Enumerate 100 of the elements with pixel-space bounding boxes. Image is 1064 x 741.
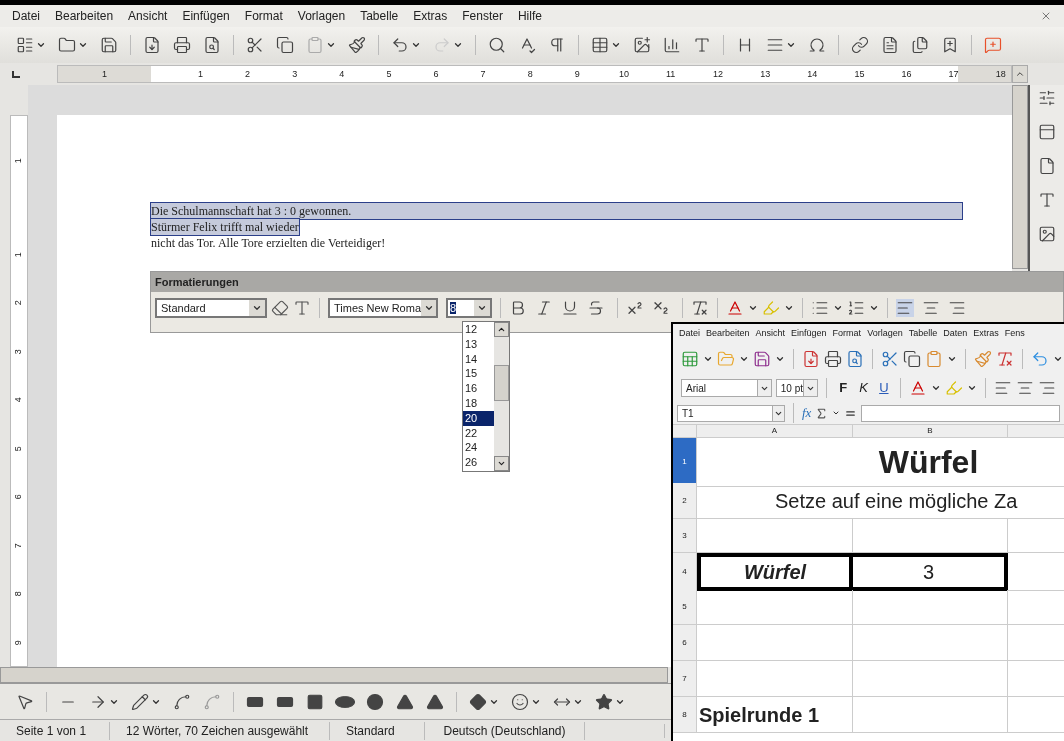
pilcrow-icon[interactable] [548,36,566,54]
copy-icon[interactable] [276,36,294,54]
name-box[interactable]: T1 [677,404,785,422]
search-icon[interactable] [488,36,506,54]
font-size-option[interactable]: 24 [463,440,494,456]
properties-icon[interactable] [1038,123,1056,141]
font-select[interactable]: Arial [681,379,772,397]
paragraph-style-select[interactable]: Standard [155,298,267,318]
styles-icon[interactable] [1038,191,1056,209]
row-header[interactable]: 5 [673,590,697,625]
link-icon[interactable] [851,36,869,54]
menu-item[interactable]: Ansicht [128,7,168,25]
font-size-option[interactable]: 14 [463,351,494,367]
scrollbar-thumb[interactable] [494,365,509,401]
style-icon[interactable] [293,299,311,317]
menu-item[interactable]: Einfügen [791,327,827,341]
footnote-icon[interactable] [881,36,899,54]
bookmark-icon[interactable] [941,36,959,54]
caret-icon[interactable] [775,354,785,364]
menu-item[interactable]: Format [244,7,283,25]
right-triangle-icon[interactable] [426,692,444,711]
menu-item[interactable]: Fens [1004,327,1025,341]
row-header[interactable]: 7 [673,661,697,697]
copy-icon[interactable] [903,350,921,368]
new-document-icon[interactable] [16,36,34,54]
endnote-icon[interactable] [911,36,929,54]
pointer-icon[interactable] [16,692,34,711]
format-toggle[interactable]: U [875,378,892,398]
comment-icon[interactable] [984,36,1002,54]
strikethrough-icon[interactable] [587,299,605,317]
font-size-select[interactable]: 10 pt [775,379,819,397]
font-color-icon[interactable] [909,379,927,397]
function-wizard-label[interactable]: fx [802,403,812,423]
diamond-icon[interactable] [469,692,487,711]
tab-stop-icon[interactable] [12,70,20,78]
caret-icon[interactable] [36,40,46,50]
gallery-icon[interactable] [1038,225,1056,243]
text-box-icon[interactable] [693,36,711,54]
triangle-icon[interactable] [396,692,414,711]
column-header[interactable]: B [853,425,1008,437]
row-header[interactable]: 3 [673,519,697,553]
chart-icon[interactable] [663,36,681,54]
clear-style-icon[interactable] [271,299,289,317]
menu-item[interactable]: Tabelle [908,327,938,341]
caret-icon[interactable] [1053,354,1063,364]
align-center-icon[interactable] [922,299,940,317]
caret-icon[interactable] [424,303,434,313]
font-size-option[interactable]: 15 [463,366,494,382]
caret-icon[interactable] [947,354,957,364]
save-icon[interactable] [100,36,118,54]
formula-input[interactable] [861,404,1060,422]
menu-item[interactable]: Einfügen [182,7,230,25]
caret-icon[interactable] [453,40,463,50]
caret-icon[interactable] [252,303,262,313]
menu-item[interactable]: Hilfe [517,7,542,25]
field-icon[interactable] [766,36,784,54]
align-right-icon[interactable] [1038,379,1056,397]
caret-icon[interactable] [411,40,421,50]
align-left-icon[interactable] [896,299,914,317]
superscript-icon[interactable] [626,299,644,317]
menu-item[interactable]: Bearbeiten [55,7,114,25]
bullet-list-icon[interactable] [811,299,829,317]
menu-item[interactable]: Datei [679,327,700,341]
font-size-option[interactable]: 20 [463,410,494,426]
caret-icon[interactable] [832,409,841,417]
printer-icon[interactable] [824,350,842,368]
print-preview-icon[interactable] [846,350,864,368]
menu-item[interactable]: Vorlagen [867,327,903,341]
caret-icon[interactable] [748,303,758,313]
omega-icon[interactable] [808,36,826,54]
menu-item[interactable]: Extras [973,327,999,341]
vertical-scrollbar[interactable] [1012,85,1028,269]
caret-icon[interactable] [869,303,879,313]
caret-icon[interactable] [477,303,487,313]
format-toggle[interactable]: K [855,378,872,398]
close-icon[interactable] [1040,10,1052,22]
font-size-list[interactable]: 12 13 14 15 16 18 20 22 24 26 [462,321,510,472]
font-size-select[interactable]: 8 [446,298,492,318]
scroll-up-icon[interactable] [497,325,506,334]
font-size-option[interactable]: 16 [463,381,494,396]
column-header[interactable]: A [697,425,853,437]
horizontal-scrollbar[interactable] [0,667,668,683]
printer-icon[interactable] [173,36,191,54]
caret-icon[interactable] [78,40,88,50]
image-icon[interactable] [633,36,651,54]
sliders-icon[interactable] [1038,89,1056,107]
square-icon[interactable] [306,692,324,711]
clear-formatting-icon[interactable] [691,299,709,317]
row-header[interactable]: 8 [673,697,697,733]
smiley-icon[interactable] [511,692,529,711]
horizontal-ruler[interactable]: 1 1 2 3 4 5 6 7 8 9 10 11 12 13 14 15 16 17 18 [57,65,1012,83]
font-size-option[interactable]: 13 [463,336,494,352]
save-icon[interactable] [753,350,771,368]
subscript-icon[interactable] [652,299,670,317]
caret-icon[interactable] [326,40,336,50]
menu-item[interactable]: Format [832,327,862,341]
italic-icon[interactable] [535,299,553,317]
menu-item[interactable]: Daten [943,327,968,341]
cut-icon[interactable] [246,36,264,54]
font-size-option[interactable]: 22 [463,425,494,441]
